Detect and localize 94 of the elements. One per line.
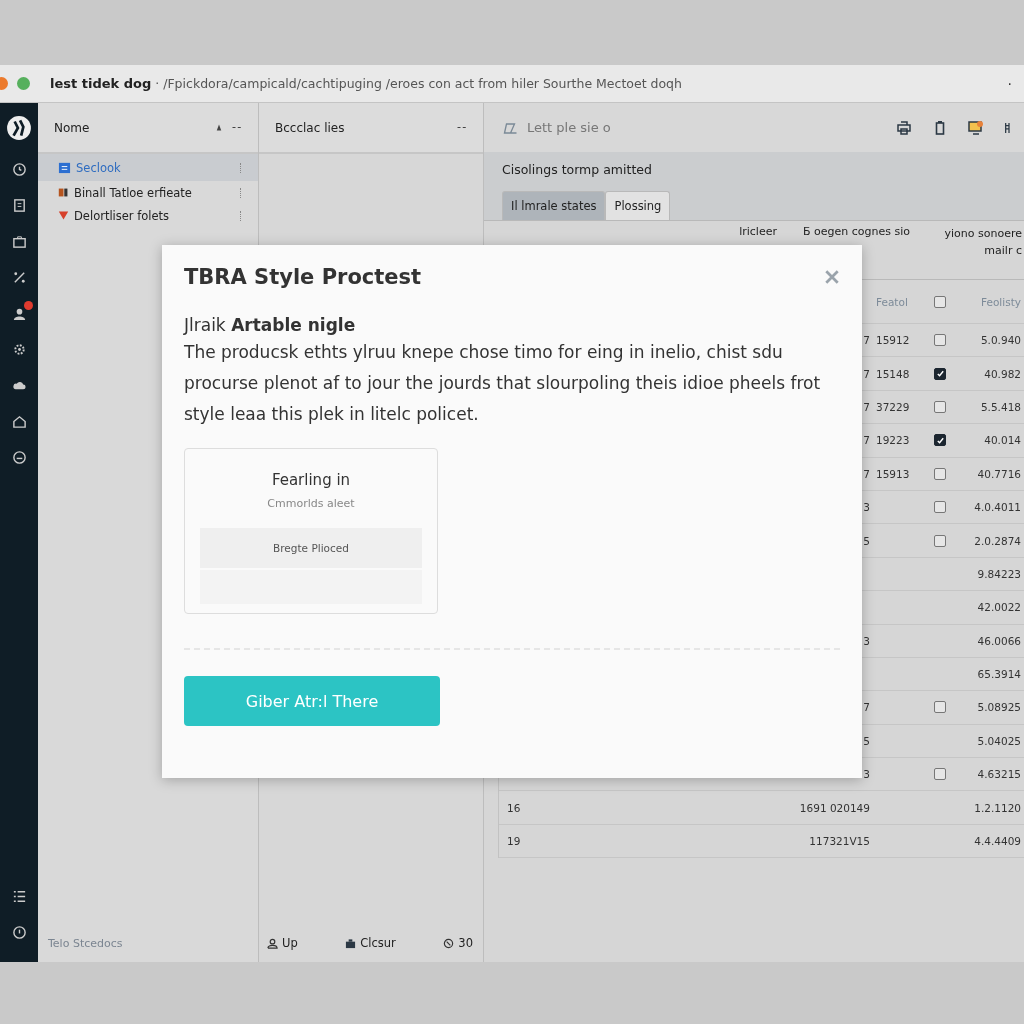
tab[interactable]: Plossing [605,191,671,220]
checkbox[interactable] [934,400,946,413]
panel-header: Bccclac lies [275,120,345,135]
triangle-icon [58,210,69,221]
table-cell: 19223 [876,434,910,447]
zoom-dot[interactable] [17,77,30,90]
more-icon[interactable] [457,126,467,129]
table-cell: 1691 020149 [799,801,870,814]
clock-icon[interactable] [11,162,27,177]
panel-header: Nome [54,120,90,135]
panel-footer: Telo Stcedocs [38,937,258,962]
page-icon [58,161,71,174]
checkbox[interactable] [934,501,946,514]
drag-handle-icon[interactable] [240,162,242,173]
table-cell: 42.0022 [977,601,1021,614]
footer-label[interactable]: Up [282,936,298,950]
section-title: Cisolings tormp amitted [502,162,653,177]
list-item[interactable]: Binall Tatloe erfieate [38,181,258,204]
document-icon[interactable] [11,198,27,213]
user-icon[interactable] [11,306,27,321]
percent-icon[interactable] [11,270,27,285]
search-field[interactable]: Lett ple sie o [502,119,649,136]
card-title: Fearling in [271,471,351,489]
table-cell: 7 [863,400,870,413]
printer-icon[interactable] [896,119,912,136]
drag-handle-icon[interactable] [240,210,242,221]
checkbox[interactable] [934,701,946,714]
table-cell: 15913 [876,467,910,480]
table-cell: 7 [863,467,870,480]
table-cell: 5.08925 [977,701,1021,714]
dialog-title: TBRA Style Proctest [184,265,422,289]
table-cell: 5.04025 [977,734,1021,747]
table-cell: 5 [863,734,870,747]
column-header[interactable]: lricleer [739,225,777,238]
card-caption: Cmmorlds aleet [267,497,355,510]
checkbox[interactable] [934,367,946,380]
table-cell: 5.5.418 [980,400,1021,413]
table-cell: 4.4.4409 [974,835,1021,848]
dialog-subtitle: Jlraik Artable nigle [184,315,357,335]
table-cell: 37229 [876,400,910,413]
table-cell: 117321V15 [809,835,870,848]
table-cell: 1.2.1120 [974,801,1021,814]
table-cell: 7 [863,701,870,714]
table-cell: 46.0066 [977,634,1021,647]
table-cell: 2.0.2874 [974,534,1021,547]
gear-icon[interactable] [11,342,27,357]
monitor-icon[interactable] [968,119,984,136]
table-cell: 5 [863,534,870,547]
home-icon[interactable] [11,414,27,429]
table-cell: 7 [863,367,870,380]
table-cell: 65.3914 [977,668,1021,681]
person-icon [267,937,278,949]
drag-handle-icon[interactable] [240,187,242,198]
tab[interactable]: Il lmrale states [502,191,606,220]
table-cell: 40.014 [984,434,1021,447]
table-cell: 7 [863,434,870,447]
table-cell: 4.0.4011 [974,501,1021,514]
checkbox[interactable] [934,768,946,781]
dialog-text: The producsk ethts ylruu knepe chose timo for eing in inelio, chist sdu procurse plenot af to jour the jourds that slourpoling theis idioe pheels frot style leaa this plek in litelc policet. [184,341,822,426]
table-cell: 5.0.940 [980,334,1021,347]
menu-mark[interactable]: · [1007,75,1012,92]
option-button[interactable]: Bregte Plioced [200,528,422,568]
table-cell: 3 [863,501,870,514]
list-item[interactable]: Delortliser folets [38,204,258,227]
column-header[interactable]: yiono sonoere mailr c [936,225,1022,259]
footer-label[interactable]: 30 [458,936,473,950]
table-cell: 4.63215 [977,768,1021,781]
table-cell: 16 [507,801,521,814]
checkbox[interactable] [934,534,946,547]
footer-label[interactable]: Clcsur [360,936,396,950]
table-cell: 3 [863,768,870,781]
table-cell: 15912 [876,334,910,347]
checkbox[interactable] [934,295,946,308]
window-title: lest tidek dog [50,76,152,91]
checkbox[interactable] [934,467,946,480]
table-cell: 40.982 [984,367,1021,380]
briefcase-icon[interactable] [11,234,27,249]
book-icon [58,187,69,198]
table-cell: 15148 [876,367,910,380]
table-cell: 7 [863,334,870,347]
checkbox[interactable] [934,434,946,447]
checkbox[interactable] [934,334,946,347]
column-header[interactable]: Б oegen cognes sio [803,225,910,238]
window-path: · /Fpickdora/campicald/cachtipuging /eroes con act from hiler Sourthe Mectoet doqh [155,76,682,91]
power-icon[interactable] [11,925,27,940]
logo-icon[interactable] [6,115,32,141]
more-icon[interactable] [232,126,242,129]
table-cell: 9.84223 [977,567,1021,580]
table-cell: 19 [507,835,521,848]
sort-icon[interactable] [216,123,222,132]
table-cell: 3 [863,634,870,647]
briefcase-icon [345,937,357,949]
table-cell: 40.7716 [977,467,1021,480]
list-icon[interactable] [11,889,27,904]
